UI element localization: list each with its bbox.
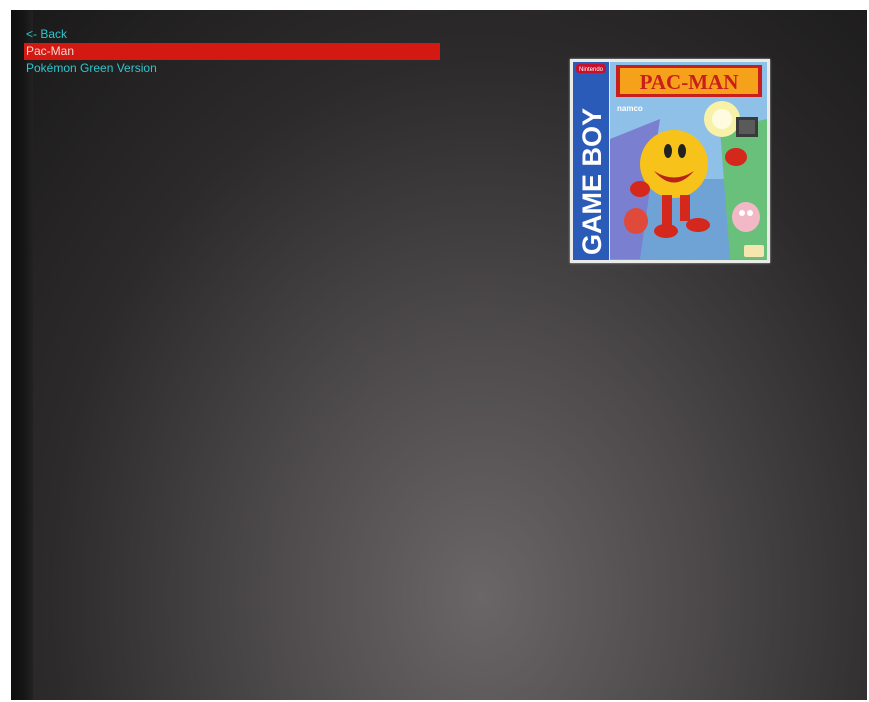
pac-man-box-art-image: GAME BOY Nintendo PAC-MAN namco [573,62,767,260]
game-cover-art: GAME BOY Nintendo PAC-MAN namco [570,59,770,263]
game-boy-logo-text: GAME BOY [577,108,607,255]
tv-screen: <- Back Pac-Man Pokémon Green Version GA… [11,10,867,700]
rom-list-menu: <- Back Pac-Man Pokémon Green Version [24,26,440,77]
screen-bezel [11,10,33,700]
pac-man-title-text: PAC-MAN [640,70,739,94]
photo-frame: <- Back Pac-Man Pokémon Green Version GA… [0,0,869,702]
menu-item-pokemon-green[interactable]: Pokémon Green Version [24,60,440,77]
namco-logo-text: namco [617,104,643,113]
menu-item-back[interactable]: <- Back [24,26,440,43]
nintendo-badge-text: Nintendo [579,67,604,73]
menu-item-pac-man[interactable]: Pac-Man [24,43,440,60]
